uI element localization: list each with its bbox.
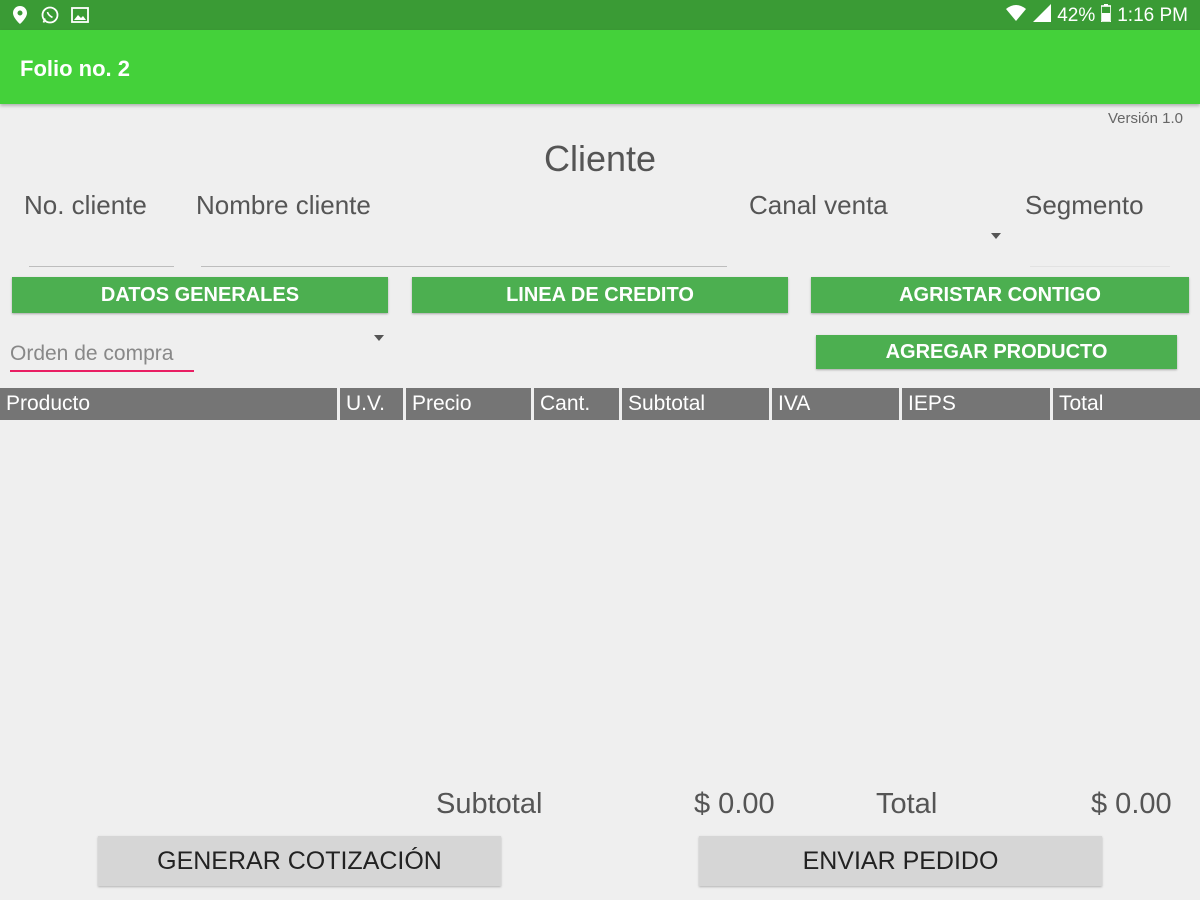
- signal-icon: [1033, 4, 1052, 28]
- column-header-producto: Producto: [0, 388, 340, 420]
- location-icon: [10, 5, 30, 25]
- no-cliente-field[interactable]: [29, 266, 174, 267]
- nombre-cliente-field[interactable]: [201, 266, 727, 267]
- canal-venta-label: Canal venta: [749, 190, 888, 220]
- nombre-cliente-label: Nombre cliente: [196, 190, 371, 220]
- agregar-producto-button[interactable]: AGREGAR PRODUCTO: [816, 335, 1177, 369]
- status-time: 1:16 PM: [1117, 5, 1188, 26]
- total-value: $ 0.00: [1091, 788, 1172, 820]
- orden-compra-dropdown-arrow-icon[interactable]: [374, 335, 384, 341]
- battery-percent: 42%: [1057, 5, 1096, 26]
- canal-venta-dropdown-arrow-icon[interactable]: [991, 233, 1001, 239]
- battery-icon: [1100, 4, 1113, 28]
- datos-generales-button[interactable]: DATOS GENERALES: [12, 277, 388, 313]
- cliente-section-title: Cliente: [543, 138, 657, 179]
- linea-credito-button[interactable]: LINEA DE CREDITO: [412, 277, 788, 313]
- no-cliente-label: No. cliente: [24, 190, 147, 220]
- column-header-total: Total: [1059, 392, 1104, 415]
- whatsapp-icon: [40, 5, 60, 25]
- column-header-precio: Precio: [406, 388, 534, 420]
- orden-compra-input[interactable]: [10, 338, 194, 372]
- column-header-subtotal: Subtotal: [622, 388, 772, 420]
- product-table-body: [0, 420, 1200, 780]
- generar-cotizacion-button[interactable]: GENERAR COTIZACIÓN: [98, 836, 501, 886]
- agristar-contigo-button[interactable]: AGRISTAR CONTIGO: [811, 277, 1189, 313]
- segmento-field[interactable]: [1030, 266, 1170, 267]
- enviar-pedido-button[interactable]: ENVIAR PEDIDO: [699, 836, 1102, 886]
- app-bar: Folio no. 2: [0, 30, 1200, 104]
- status-bar-right: 42% 1:16 PM: [1005, 4, 1188, 28]
- version-label: Versión 1.0: [1107, 110, 1183, 127]
- column-header-ieps: IEPS: [902, 388, 1053, 420]
- column-header-uv: U.V.: [340, 388, 406, 420]
- status-bar-left: [10, 5, 90, 25]
- subtotal-value: $ 0.00: [694, 788, 775, 820]
- total-label: Total: [876, 788, 938, 820]
- segmento-label: Segmento: [1025, 190, 1144, 220]
- wifi-icon: [1005, 4, 1027, 28]
- column-header-cant: Cant.: [534, 388, 622, 420]
- column-header-iva: IVA: [772, 388, 902, 420]
- app-bar-title: Folio no. 2: [20, 56, 130, 81]
- image-icon: [70, 5, 90, 25]
- product-table-header: Producto U.V. Precio Cant. Subtotal IVA …: [0, 388, 1200, 420]
- status-bar: 42% 1:16 PM: [0, 0, 1200, 30]
- subtotal-label: Subtotal: [436, 788, 543, 820]
